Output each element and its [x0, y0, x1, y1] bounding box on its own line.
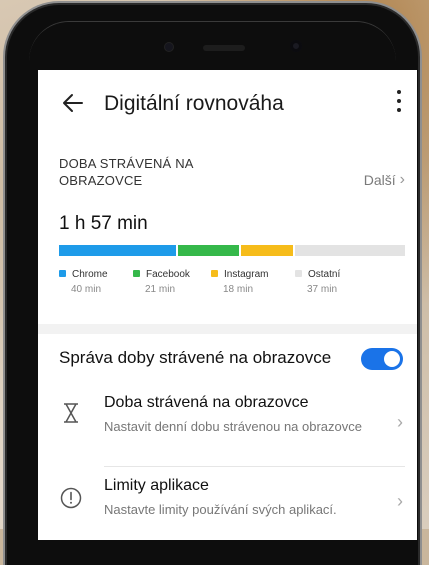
legend-item: Facebook 21 min: [133, 269, 190, 295]
item-subtitle: Nastavit denní dobu strávenou na obrazov…: [104, 419, 363, 434]
item-subtitle: Nastavte limity používání svých aplikací…: [104, 502, 337, 517]
hourglass-icon: [64, 403, 78, 423]
screen-time-toggle[interactable]: [361, 348, 403, 370]
chevron-right-icon: ›: [397, 412, 403, 432]
more-options-icon[interactable]: [395, 90, 403, 118]
usage-segment-ostatní: [294, 245, 405, 256]
more-link-label: Další: [363, 172, 396, 188]
legend-item: Instagram 18 min: [211, 269, 268, 295]
legend-label: Facebook: [146, 269, 190, 280]
more-link[interactable]: Další ›: [364, 171, 405, 189]
front-camera: [290, 40, 302, 52]
toggle-label: Správa doby strávené na obrazovce: [59, 348, 332, 367]
chevron-right-icon: ›: [399, 171, 405, 188]
legend-item: Chrome 40 min: [59, 269, 108, 295]
usage-segment-chrome: [59, 245, 177, 256]
legend-label: Instagram: [224, 269, 269, 280]
item-title: Doba strávená na obrazovce: [104, 394, 309, 411]
usage-bar: [59, 245, 405, 256]
page-title: Digitální rovnováha: [104, 92, 284, 115]
section-title-screen-time: DOBA STRÁVENÁ NA OBRAZOVCE: [59, 156, 193, 188]
screen-time-management-row[interactable]: Správa doby strávené na obrazovce: [59, 346, 405, 370]
alert-circle-icon: [60, 487, 82, 509]
legend-label: Ostatní: [308, 269, 341, 280]
legend-swatch: [295, 269, 302, 277]
phone-frame: Digitální rovnováha DOBA STRÁVENÁ NA OBR…: [7, 5, 418, 565]
toggle-knob: [384, 351, 400, 367]
usage-segment-instagram: [240, 245, 293, 256]
legend-label: Chrome: [72, 269, 108, 280]
legend-time: 40 min: [71, 284, 102, 295]
total-screen-time: 1 h 57 min: [59, 213, 148, 234]
app-bar: Digitální rovnováha: [38, 70, 417, 140]
earpiece-speaker: [203, 45, 245, 51]
screen: Digitální rovnováha DOBA STRÁVENÁ NA OBR…: [38, 70, 417, 540]
legend-time: 21 min: [145, 284, 176, 295]
back-arrow-icon[interactable]: [60, 90, 86, 116]
list-item-app-limits[interactable]: Limity aplikace Nastavte limity používán…: [38, 475, 417, 535]
legend-swatch: [59, 269, 66, 277]
section-divider: [38, 324, 417, 334]
usage-segment-facebook: [178, 245, 239, 256]
list-item-screen-time[interactable]: Doba strávená na obrazovce Nastavit denn…: [38, 392, 417, 462]
chevron-right-icon: ›: [397, 491, 403, 511]
item-divider: [104, 466, 405, 467]
bezel: [29, 21, 396, 62]
legend-time: 37 min: [307, 284, 338, 295]
item-title: Limity aplikace: [104, 477, 209, 494]
proximity-sensor: [165, 43, 173, 51]
legend-item: Ostatní 37 min: [295, 269, 340, 295]
legend-swatch: [211, 269, 218, 277]
legend-swatch: [133, 269, 140, 277]
legend-time: 18 min: [223, 284, 254, 295]
